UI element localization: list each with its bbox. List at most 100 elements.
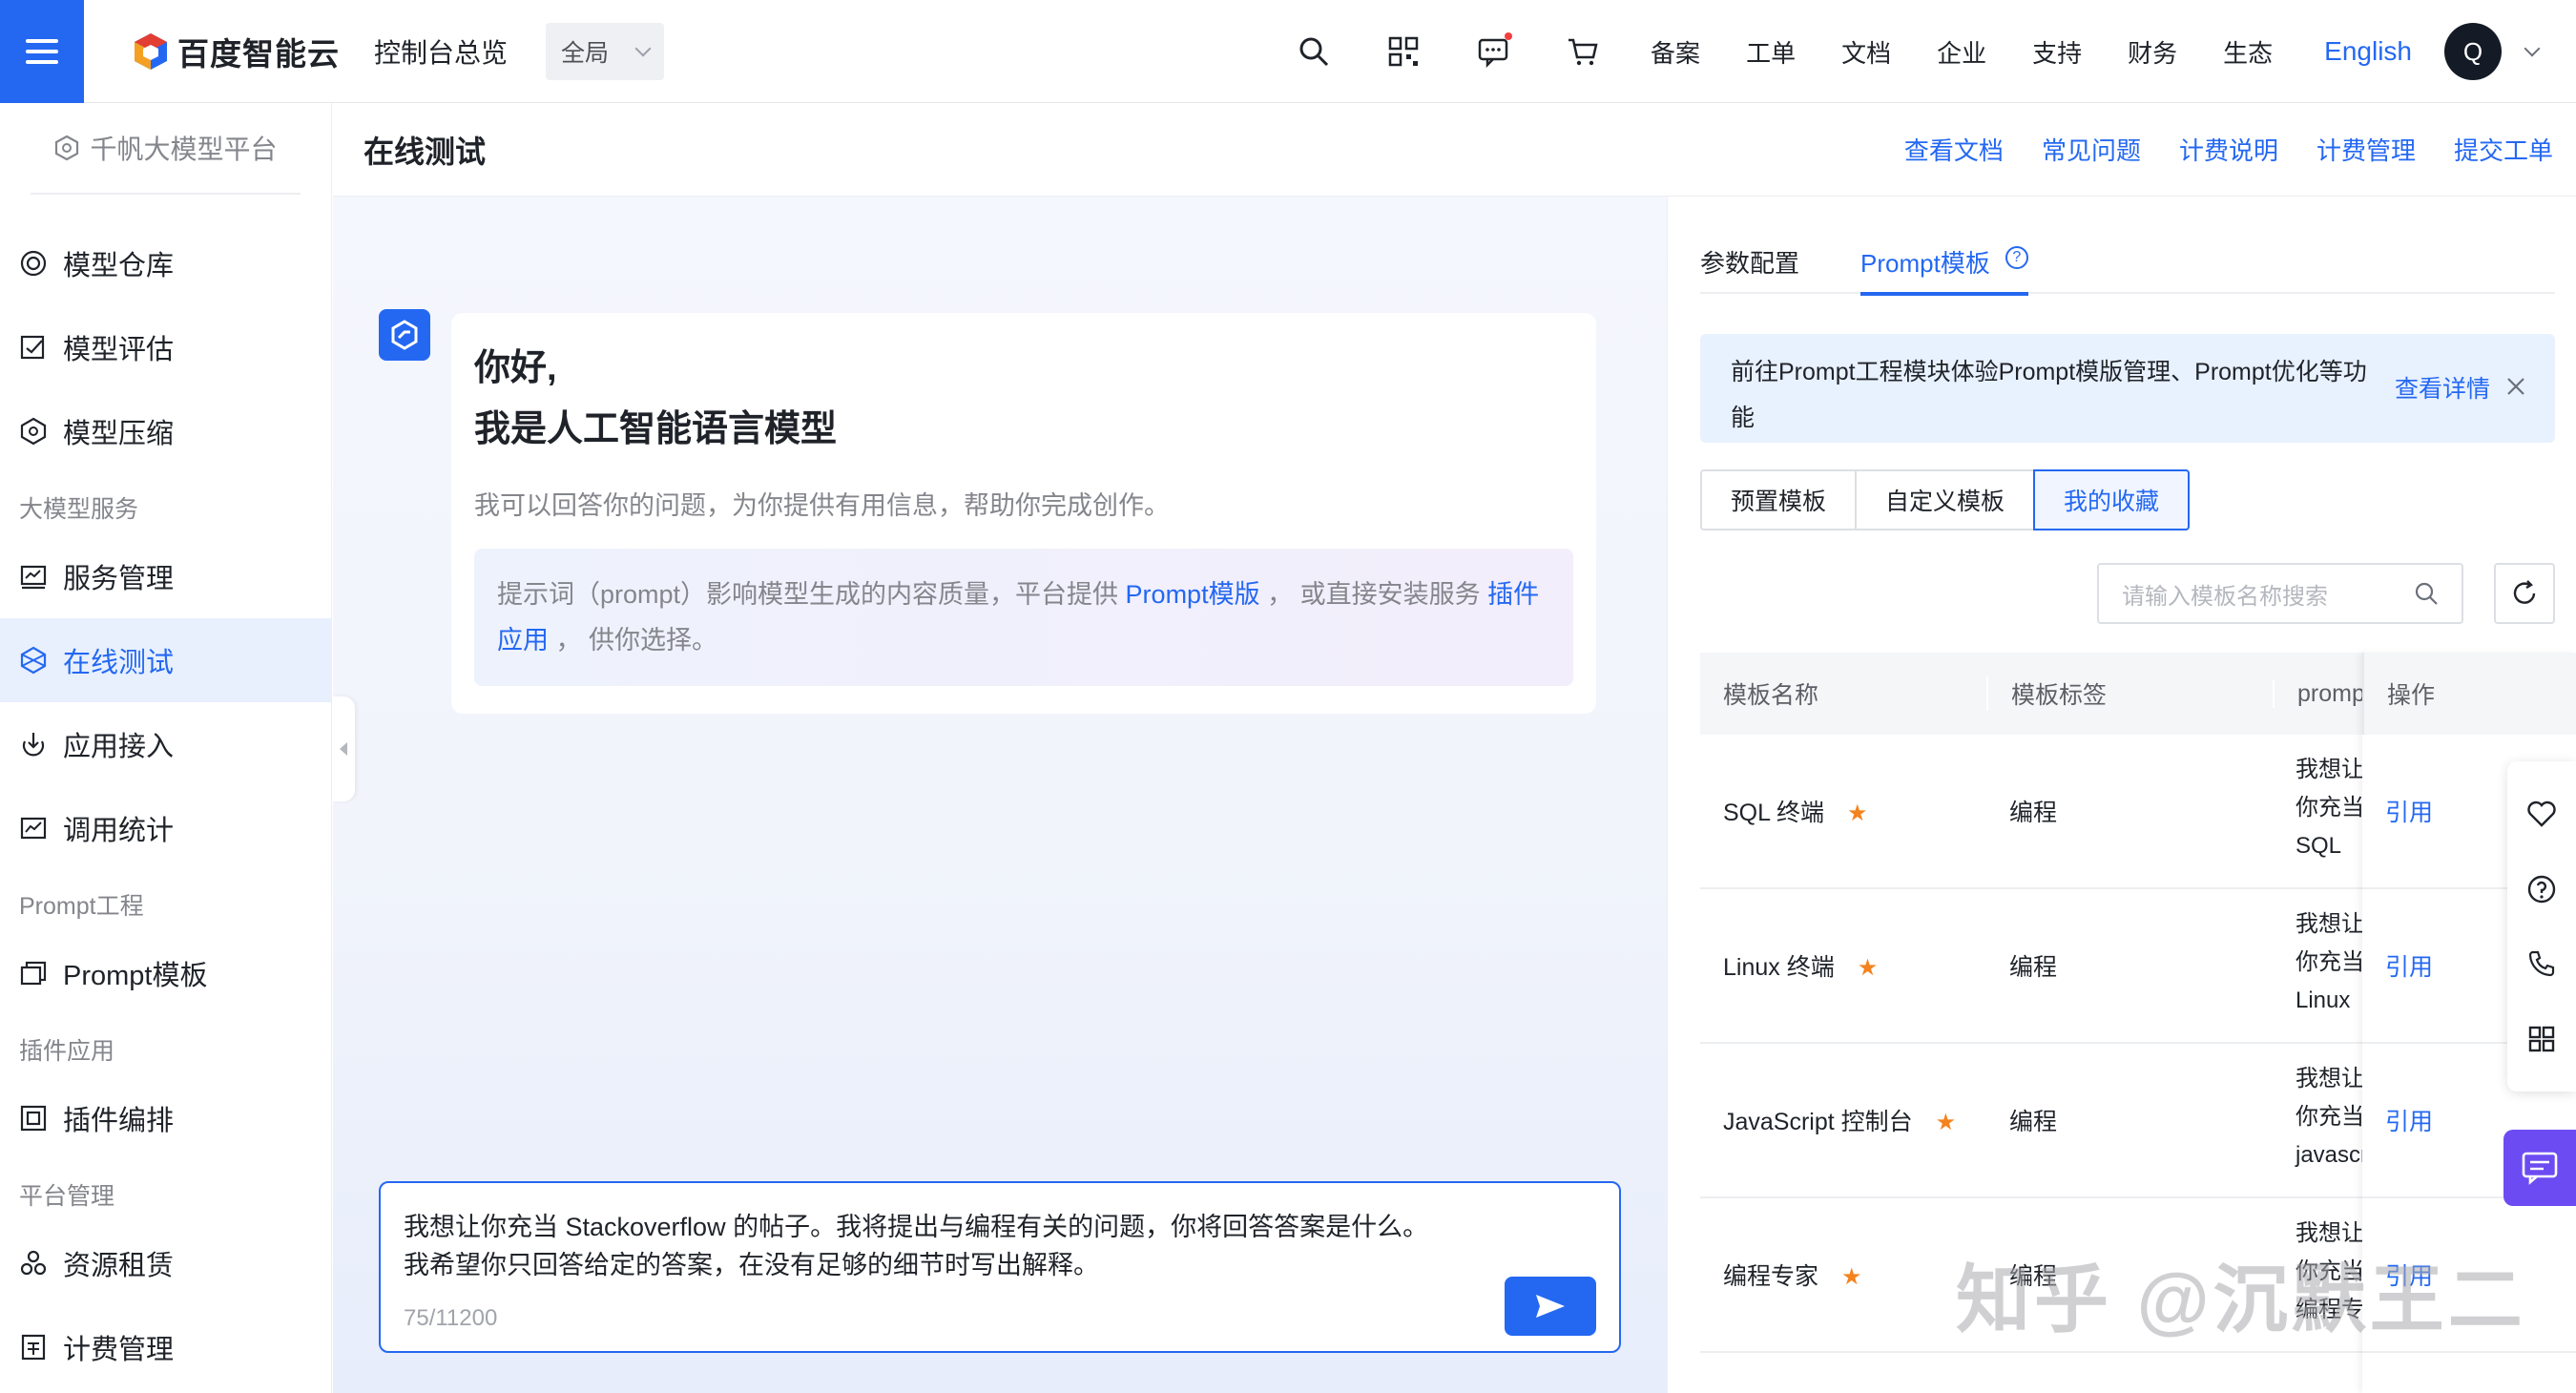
platform-title[interactable]: 千帆大模型平台	[31, 103, 301, 195]
star-icon[interactable]: ★	[1841, 1264, 1862, 1290]
online-test-icon	[20, 646, 47, 675]
greeting-line1: 你好,	[474, 348, 557, 388]
bot-avatar	[379, 309, 430, 361]
tip-text: ， 或直接安装服务	[1259, 580, 1488, 609]
view-details-link[interactable]: 查看详情	[2395, 366, 2490, 412]
help-icon[interactable]: ?	[2005, 246, 2028, 269]
close-icon[interactable]	[2505, 376, 2526, 397]
billing-manage-link[interactable]: 计费管理	[2316, 132, 2416, 167]
seg-preset-templates[interactable]: 预置模板	[1700, 469, 1858, 530]
sidebar-item-label: 模型压缩	[63, 419, 175, 449]
sidebar-group-service: 大模型服务	[19, 496, 139, 523]
page-header: 在线测试 查看文档 常见问题 计费说明 计费管理 提交工单	[333, 103, 2576, 197]
page-title: 在线测试	[364, 134, 487, 169]
col-header-name: 模板名称	[1723, 682, 1819, 709]
topnav-item-enterprise[interactable]: 企业	[1937, 34, 1986, 70]
sidebar-item-online-test[interactable]: 在线测试	[0, 618, 331, 702]
sidebar-collapse-handle[interactable]	[332, 696, 355, 801]
region-value: 全局	[561, 39, 610, 67]
apps-grid-icon[interactable]	[2525, 1023, 2558, 1055]
notice-banner: 前往Prompt工程模块体验Prompt模版管理、Prompt优化等功能 查看详…	[1700, 334, 2555, 443]
topnav-item-docs[interactable]: 文档	[1841, 34, 1891, 70]
sidebar-item-app-access[interactable]: 应用接入	[0, 702, 331, 786]
console-overview-link[interactable]: 控制台总览	[374, 32, 508, 71]
col-header-tag: 模板标签	[1986, 676, 2273, 711]
prompt-tip: 提示词（prompt）影响模型生成的内容质量，平台提供 Prompt模版 ， 或…	[474, 549, 1573, 686]
use-template-button[interactable]: 引用	[2385, 1103, 2433, 1137]
chat-input[interactable]: 我想让你充当 Stackoverflow 的帖子。我将提出与编程有关的问题，你将…	[379, 1181, 1621, 1353]
language-switch[interactable]: English	[2324, 36, 2412, 67]
template-name: Linux 终端	[1723, 954, 1835, 981]
customer-chat-button[interactable]	[2503, 1130, 2576, 1206]
prompt-template-icon	[20, 961, 47, 986]
sidebar-item-model-repo[interactable]: 模型仓库	[0, 221, 331, 305]
star-icon[interactable]: ★	[1847, 800, 1868, 826]
sidebar-group-platform: 平台管理	[19, 1183, 115, 1210]
faq-link[interactable]: 常见问题	[2042, 132, 2141, 167]
platform-name: 千帆大模型平台	[90, 135, 278, 164]
notice-text: 前往Prompt工程模块体验Prompt模版管理、Prompt优化等功能	[1731, 359, 2367, 431]
star-icon[interactable]: ★	[1936, 1110, 1957, 1135]
sidebar-item-call-stats[interactable]: 调用统计	[0, 786, 331, 870]
service-manage-icon	[20, 565, 47, 590]
plugin-orchestrate-icon	[20, 1105, 47, 1132]
sidebar-item-label: 应用接入	[63, 732, 175, 762]
message-icon[interactable]	[1476, 32, 1513, 69]
hamburger-menu-button[interactable]	[0, 0, 84, 103]
tab-prompt-template[interactable]: Prompt模板?	[1860, 235, 2028, 296]
greeting-line2: 我是人工智能语言模型	[474, 409, 838, 449]
tab-label: 参数配置	[1700, 249, 1800, 278]
sidebar-item-service-manage[interactable]: 服务管理	[0, 534, 331, 618]
phone-icon[interactable]	[2525, 947, 2558, 980]
chat-input-line: 我想让你充当 Stackoverflow 的帖子。我将提出与编程有关的问题，你将…	[404, 1213, 1429, 1241]
logo-text: 百度智能云	[177, 35, 340, 72]
send-button[interactable]	[1505, 1277, 1596, 1336]
search-icon[interactable]	[1297, 34, 1331, 69]
top-navbar: 百度智能云 控制台总览 全局 备案 工单 文档 企业 支持 财务 生态 Engl…	[0, 0, 2576, 103]
heart-icon[interactable]	[2525, 798, 2558, 830]
sidebar-item-billing-manage[interactable]: 计费管理	[0, 1305, 331, 1389]
template-tag: 编程	[2009, 800, 2058, 826]
topnav-item-finance[interactable]: 财务	[2128, 34, 2177, 70]
col-header-action: 操作	[2362, 653, 2576, 735]
star-icon[interactable]: ★	[1858, 955, 1879, 981]
sidebar-item-label: 服务管理	[63, 564, 175, 594]
chevron-down-icon[interactable]	[2524, 40, 2541, 57]
use-template-button[interactable]: 引用	[2385, 794, 2433, 828]
seg-my-favorites[interactable]: 我的收藏	[2033, 469, 2191, 530]
topnav-item-ticket[interactable]: 工单	[1746, 34, 1796, 70]
intro-text: 我可以回答你的问题，为你提供有用信息，帮助你完成创作。	[474, 491, 1170, 520]
topnav-item-ecosystem[interactable]: 生态	[2223, 34, 2273, 70]
template-search-input[interactable]: 请输入模板名称搜索	[2097, 563, 2463, 624]
sidebar-item-model-eval[interactable]: 模型评估	[0, 305, 331, 389]
sidebar-item-model-compress[interactable]: 模型压缩	[0, 389, 331, 473]
sidebar-item-prompt-template[interactable]: Prompt模板	[0, 931, 331, 1015]
region-select[interactable]: 全局	[546, 22, 665, 80]
sidebar-item-label: 资源租赁	[63, 1251, 175, 1281]
help-circle-icon[interactable]	[2525, 873, 2558, 905]
cart-icon[interactable]	[1566, 34, 1600, 69]
view-docs-link[interactable]: 查看文档	[1904, 132, 2004, 167]
qrcode-icon[interactable]	[1386, 34, 1421, 69]
refresh-button[interactable]	[2494, 563, 2555, 624]
sidebar: 千帆大模型平台 模型仓库 模型评估 模型压缩 大模型服务 服务管理 在线测试 应…	[0, 103, 332, 1393]
prompt-template-link[interactable]: Prompt模版	[1126, 580, 1260, 609]
seg-custom-templates[interactable]: 自定义模板	[1855, 469, 2036, 530]
template-name: JavaScript 控制台	[1723, 1109, 1913, 1135]
use-template-button[interactable]: 引用	[2385, 948, 2433, 983]
tab-params[interactable]: 参数配置	[1700, 235, 1799, 294]
model-compress-icon	[20, 417, 47, 446]
logo[interactable]: 百度智能云	[132, 29, 340, 74]
search-placeholder: 请输入模板名称搜索	[2122, 583, 2328, 610]
chevron-left-icon	[340, 742, 347, 756]
avatar[interactable]: Q	[2444, 23, 2502, 80]
floating-toolbar	[2507, 761, 2576, 1092]
topnav-item-support[interactable]: 支持	[2032, 34, 2082, 70]
template-type-segment: 预置模板 自定义模板 我的收藏	[1700, 469, 2191, 530]
sidebar-item-plugin-orchestrate[interactable]: 插件编排	[0, 1076, 331, 1160]
topnav-item-beian[interactable]: 备案	[1651, 34, 1700, 70]
submit-ticket-link[interactable]: 提交工单	[2454, 132, 2553, 167]
sidebar-item-resource-rent[interactable]: 资源租赁	[0, 1221, 331, 1305]
bot-cube-icon	[391, 320, 418, 350]
billing-info-link[interactable]: 计费说明	[2179, 132, 2278, 167]
